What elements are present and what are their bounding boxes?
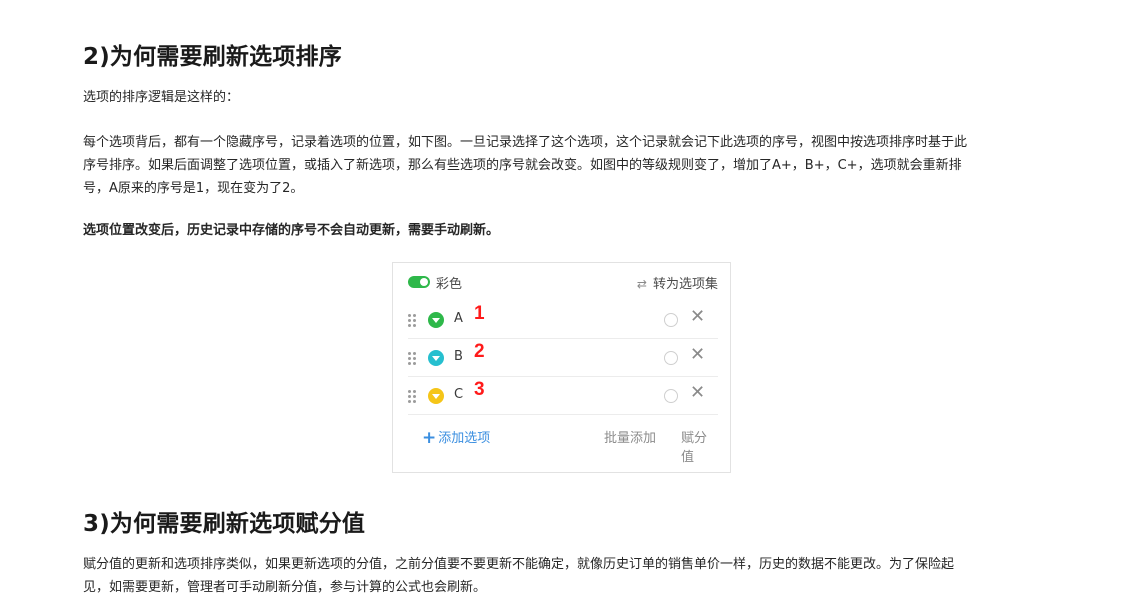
- option-label: A: [454, 311, 463, 326]
- document-page: 2)为何需要刷新选项排序 选项的排序逻辑是这样的： 每个选项背后，都有一个隐藏序…: [0, 0, 1121, 605]
- section-2-heading: 2)为何需要刷新选项排序: [83, 44, 342, 70]
- batch-add-button[interactable]: 批量添加: [604, 427, 656, 446]
- paragraph-line: 赋分值的更新和选项排序类似，如果更新选项的分值，之前分值要不要更新不能确定，就像…: [83, 557, 955, 572]
- annotation-number: 2: [474, 341, 485, 362]
- card-footer: + 添加选项 批量添加 赋分值: [408, 425, 718, 465]
- paragraph-line: 见，如需要更新，管理者可手动刷新分值，参与计算的公式也会刷新。: [83, 580, 487, 595]
- section-3-heading: 3)为何需要刷新选项赋分值: [83, 511, 366, 537]
- option-color-dropdown-icon[interactable]: [428, 312, 444, 328]
- drag-handle-icon[interactable]: [408, 314, 416, 327]
- default-radio[interactable]: [664, 389, 678, 403]
- option-row-c[interactable]: C 3 ✕: [408, 377, 718, 415]
- section-2-body: 每个选项背后，都有一个隐藏序号，记录着选项的位置，如下图。一旦记录选择了这个选项…: [83, 131, 1041, 200]
- paragraph-line: 选项的排序逻辑是这样的：: [83, 90, 240, 105]
- paragraph-line: 选项位置改变后，历史记录中存储的序号不会自动更新，需要手动刷新。: [83, 223, 500, 238]
- assign-score-button[interactable]: 赋分值: [681, 427, 718, 465]
- drag-handle-icon[interactable]: [408, 390, 416, 403]
- option-label: B: [454, 349, 463, 364]
- default-radio[interactable]: [664, 351, 678, 365]
- paragraph-line: 序号排序。如果后面调整了选项位置，或插入了新选项，那么有些选项的序号就会改变。如…: [83, 158, 962, 173]
- color-toggle-label: 彩色: [436, 277, 463, 292]
- option-label: C: [454, 387, 464, 402]
- remove-option-icon[interactable]: ✕: [690, 383, 705, 403]
- drag-handle-icon[interactable]: [408, 352, 416, 365]
- remove-option-icon[interactable]: ✕: [690, 307, 705, 327]
- section-2-intro: 选项的排序逻辑是这样的：: [83, 86, 1041, 109]
- option-color-dropdown-icon[interactable]: [428, 350, 444, 366]
- color-toggle[interactable]: [408, 276, 430, 288]
- plus-icon: +: [422, 428, 437, 448]
- convert-label: 转为选项集: [652, 277, 718, 292]
- annotation-number: 3: [474, 379, 485, 400]
- card-header: 彩色 ⇄ 转为选项集: [408, 272, 718, 292]
- options-card: 彩色 ⇄ 转为选项集 A 1 ✕ B 2 ✕ C 3 ✕ + 添加选项 批量添加…: [392, 262, 731, 473]
- annotation-number: 1: [474, 303, 485, 324]
- remove-option-icon[interactable]: ✕: [690, 345, 705, 365]
- section-2-emphasis: 选项位置改变后，历史记录中存储的序号不会自动更新，需要手动刷新。: [83, 219, 1041, 242]
- swap-icon: ⇄: [636, 277, 647, 291]
- paragraph-line: 每个选项背后，都有一个隐藏序号，记录着选项的位置，如下图。一旦记录选择了这个选项…: [83, 135, 968, 150]
- default-radio[interactable]: [664, 313, 678, 327]
- convert-to-optionset-button[interactable]: ⇄ 转为选项集: [637, 273, 718, 292]
- add-option-label: 添加选项: [438, 431, 491, 446]
- section-3-body: 赋分值的更新和选项排序类似，如果更新选项的分值，之前分值要不要更新不能确定，就像…: [83, 553, 1041, 599]
- paragraph-line: 号，A原来的序号是1，现在变为了2。: [83, 181, 304, 196]
- add-option-button[interactable]: + 添加选项: [422, 427, 490, 448]
- option-row-b[interactable]: B 2 ✕: [408, 339, 718, 377]
- option-row-a[interactable]: A 1 ✕: [408, 301, 718, 339]
- option-color-dropdown-icon[interactable]: [428, 388, 444, 404]
